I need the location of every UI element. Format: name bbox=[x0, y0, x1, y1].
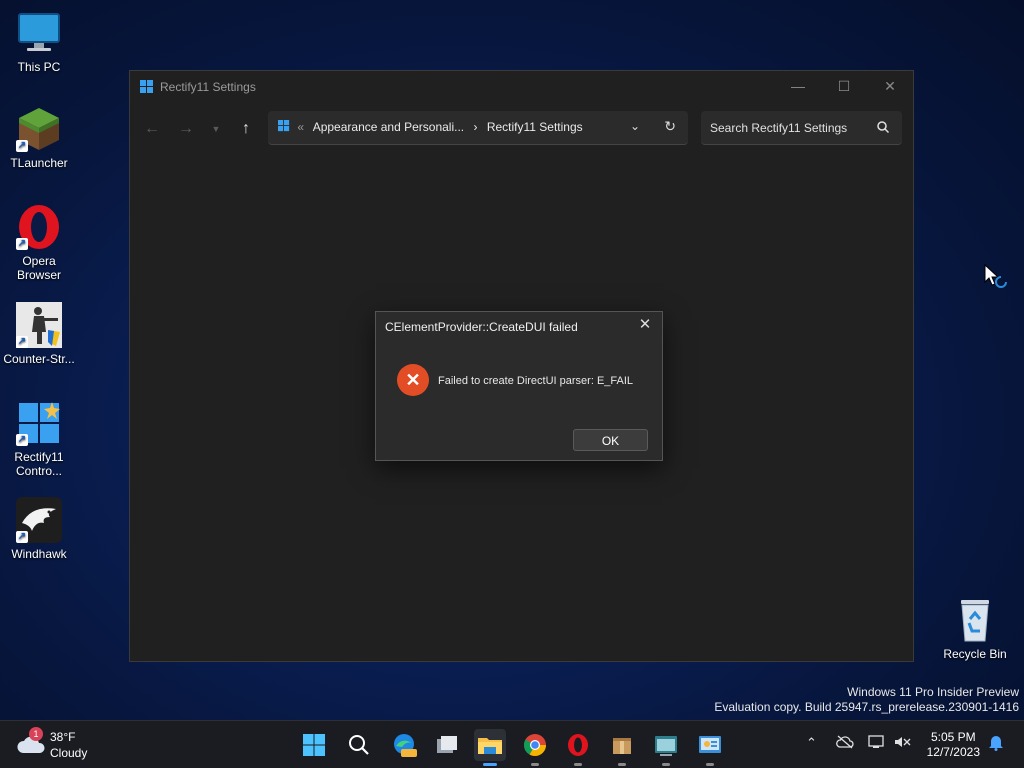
dialog-message: Failed to create DirectUI parser: E_FAIL bbox=[438, 375, 634, 387]
desktop-icon-label: Opera Browser bbox=[16, 254, 61, 282]
shortcut-arrow-icon: ↗ bbox=[16, 531, 28, 543]
clock-date: 12/7/2023 bbox=[926, 745, 980, 759]
navigation-bar: ← → ▼ ↑ « Appearance and Personali... › … bbox=[130, 111, 913, 147]
soldier-icon: ↗ bbox=[16, 302, 62, 348]
volume-muted-icon[interactable] bbox=[894, 735, 912, 752]
opera-icon: ↗ bbox=[16, 204, 62, 250]
busy-cursor-icon bbox=[984, 264, 1007, 288]
running-indicator bbox=[618, 763, 626, 766]
desktop-icon-windhawk[interactable]: ↗ Windhawk bbox=[0, 497, 78, 561]
start-button[interactable] bbox=[298, 729, 330, 761]
opera-icon bbox=[568, 734, 588, 756]
breadcrumb-item[interactable]: Appearance and Personali... bbox=[313, 120, 464, 134]
desktop-icon-label: This PC bbox=[17, 60, 61, 74]
desktop-icon-opera[interactable]: ↗ Opera Browser bbox=[0, 204, 78, 282]
taskbar-chrome[interactable] bbox=[519, 729, 551, 766]
dialog-close-button[interactable]: ✕ bbox=[636, 316, 654, 334]
terminal-icon bbox=[655, 736, 677, 756]
shortcut-arrow-icon: ↗ bbox=[16, 140, 28, 152]
taskbar: 1 38°F Cloudy ⌃ 5:05 PM 12/7/2023 bbox=[0, 720, 1024, 768]
search-icon[interactable] bbox=[876, 120, 890, 134]
minimize-button[interactable]: — bbox=[775, 71, 821, 101]
dialog-title: CElementProvider::CreateDUI failed bbox=[385, 320, 578, 334]
recycle-bin-icon bbox=[952, 597, 998, 643]
chrome-icon bbox=[524, 734, 546, 756]
taskbar-task-view[interactable] bbox=[431, 729, 463, 761]
taskbar-package-app[interactable] bbox=[606, 729, 638, 766]
taskbar-opera[interactable] bbox=[562, 729, 594, 766]
taskbar-edge-preview[interactable] bbox=[388, 729, 420, 761]
desktop-icon-rectify11-control[interactable]: ↗ Rectify11 Contro... bbox=[0, 400, 78, 478]
monitor-icon bbox=[16, 10, 62, 56]
windows-logo-icon bbox=[278, 120, 290, 132]
control-panel-icon bbox=[699, 736, 721, 753]
clock-time: 5:05 PM bbox=[930, 730, 976, 744]
weather-widget[interactable]: 1 38°F Cloudy bbox=[16, 727, 116, 761]
shortcut-arrow-icon: ↗ bbox=[16, 238, 28, 250]
ok-button[interactable]: OK bbox=[573, 429, 648, 451]
show-hidden-icons-chevron-icon[interactable]: ⌃ bbox=[806, 735, 817, 751]
running-indicator bbox=[531, 763, 539, 766]
taskbar-terminal-app[interactable] bbox=[650, 729, 682, 766]
watermark-line: Evaluation copy. Build 25947.rs_prerelea… bbox=[714, 700, 1019, 714]
breadcrumb-separator-icon[interactable]: › bbox=[473, 120, 477, 134]
desktop-icon-label: Counter-Str... bbox=[3, 352, 75, 366]
desktop-icon-recycle-bin[interactable]: Recycle Bin bbox=[936, 597, 1014, 661]
folder-icon bbox=[478, 738, 502, 754]
eagle-icon: ↗ bbox=[16, 497, 62, 543]
title-bar[interactable]: Rectify11 Settings — ☐ ✕ bbox=[130, 71, 913, 103]
desktop-icon-label: TLauncher bbox=[10, 156, 68, 170]
desktop-icon-tlauncher[interactable]: ↗ TLauncher bbox=[0, 106, 78, 170]
grass-block-icon: ↗ bbox=[16, 106, 62, 152]
up-button[interactable]: ↑ bbox=[235, 118, 257, 140]
back-button[interactable]: ← bbox=[141, 118, 163, 140]
desktop-icon-label: Recycle Bin bbox=[943, 647, 1007, 661]
edge-icon bbox=[394, 734, 417, 757]
maximize-button[interactable]: ☐ bbox=[821, 71, 867, 101]
search-icon bbox=[349, 735, 369, 755]
desktop-icon-label: Rectify11 Contro... bbox=[14, 450, 64, 478]
desktop-icon-this-pc[interactable]: This PC bbox=[0, 10, 78, 74]
recent-locations-chevron-icon[interactable]: ▼ bbox=[205, 118, 227, 140]
desktop-icon-counter-strike[interactable]: ↗ Counter-Str... bbox=[0, 302, 78, 366]
error-dialog: CElementProvider::CreateDUI failed ✕ ✕ F… bbox=[375, 311, 663, 461]
address-bar[interactable]: « Appearance and Personali... › Rectify1… bbox=[268, 111, 688, 145]
shortcut-arrow-icon: ↗ bbox=[16, 434, 28, 446]
evaluation-watermark: Windows 11 Pro Insider Preview Evaluatio… bbox=[714, 685, 1019, 715]
breadcrumb-item[interactable]: Rectify11 Settings bbox=[487, 120, 583, 134]
forward-button[interactable]: → bbox=[175, 118, 197, 140]
shortcut-arrow-icon: ↗ bbox=[16, 336, 28, 348]
window-title: Rectify11 Settings bbox=[160, 80, 256, 94]
active-indicator bbox=[483, 763, 497, 766]
taskbar-file-explorer[interactable] bbox=[474, 729, 506, 766]
weather-temperature: 38°F bbox=[50, 730, 76, 744]
task-view-icon bbox=[437, 736, 457, 753]
desktop-icon-label: Windhawk bbox=[11, 547, 67, 561]
weather-condition: Cloudy bbox=[50, 746, 88, 760]
error-icon: ✕ bbox=[397, 364, 429, 396]
refresh-icon[interactable]: ↻ bbox=[664, 118, 676, 135]
address-dropdown-icon[interactable]: ⌄ bbox=[630, 119, 640, 133]
notification-badge: 1 bbox=[29, 727, 43, 741]
onedrive-offline-icon[interactable] bbox=[836, 735, 854, 752]
search-box[interactable]: Search Rectify11 Settings bbox=[701, 111, 902, 145]
windows-logo-icon bbox=[303, 734, 325, 756]
running-indicator bbox=[706, 763, 714, 766]
network-icon[interactable] bbox=[868, 735, 886, 752]
watermark-line: Windows 11 Pro Insider Preview bbox=[847, 685, 1019, 699]
taskbar-search-button[interactable] bbox=[343, 729, 375, 761]
breadcrumb: « Appearance and Personali... › Rectify1… bbox=[278, 120, 589, 134]
search-placeholder: Search Rectify11 Settings bbox=[710, 121, 848, 135]
taskbar-control-panel[interactable] bbox=[694, 729, 726, 766]
notification-bell-icon[interactable] bbox=[988, 733, 1004, 754]
windows-logo-icon bbox=[140, 80, 153, 93]
package-icon bbox=[613, 738, 631, 754]
system-clock[interactable]: 5:05 PM 12/7/2023 bbox=[927, 730, 980, 760]
close-button[interactable]: ✕ bbox=[867, 71, 913, 101]
running-indicator bbox=[662, 763, 670, 766]
windows-logo-icon: ↗ bbox=[16, 400, 62, 446]
overflow-chevron-icon[interactable]: « bbox=[297, 120, 304, 134]
running-indicator bbox=[574, 763, 582, 766]
